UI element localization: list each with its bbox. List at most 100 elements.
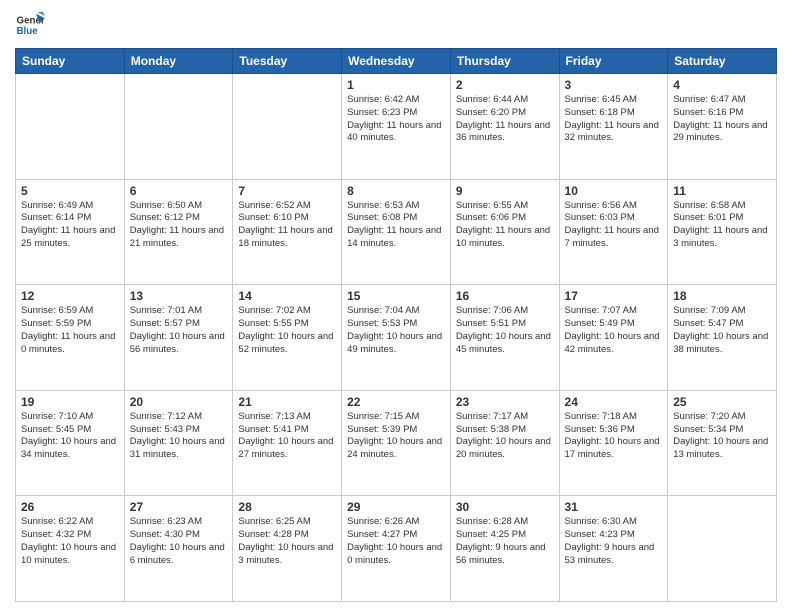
week-row-5: 26 Sunrise: 6:22 AM Sunset: 4:32 PM Dayli… xyxy=(16,496,777,602)
day-number: 3 xyxy=(565,78,663,92)
day-cell: 22 Sunrise: 7:15 AM Sunset: 5:39 PM Dayli… xyxy=(342,390,451,496)
col-saturday: Saturday xyxy=(668,49,777,74)
day-cell: 18 Sunrise: 7:09 AM Sunset: 5:47 PM Dayli… xyxy=(668,285,777,391)
day-info: Sunrise: 6:49 AM Sunset: 6:14 PM Dayligh… xyxy=(21,200,119,251)
day-number: 16 xyxy=(456,289,554,303)
day-info: Sunrise: 6:23 AM Sunset: 4:30 PM Dayligh… xyxy=(130,516,228,567)
day-cell: 21 Sunrise: 7:13 AM Sunset: 5:41 PM Dayli… xyxy=(233,390,342,496)
day-info: Sunrise: 7:09 AM Sunset: 5:47 PM Dayligh… xyxy=(673,305,771,356)
col-sunday: Sunday xyxy=(16,49,125,74)
day-cell: 30 Sunrise: 6:28 AM Sunset: 4:25 PM Dayli… xyxy=(450,496,559,602)
day-cell: 4 Sunrise: 6:47 AM Sunset: 6:16 PM Daylig… xyxy=(668,74,777,180)
day-number: 27 xyxy=(130,500,228,514)
calendar-table: Sunday Monday Tuesday Wednesday Thursday… xyxy=(15,48,777,602)
day-number: 28 xyxy=(238,500,336,514)
day-cell: 23Sunrise: 7:17 AM Sunset: 5:38 PM Dayli… xyxy=(450,390,559,496)
day-info: Sunrise: 7:02 AM Sunset: 5:55 PM Dayligh… xyxy=(238,305,336,356)
day-number: 31 xyxy=(565,500,663,514)
day-number: 4 xyxy=(673,78,771,92)
day-info: Sunrise: 7:12 AM Sunset: 5:43 PM Dayligh… xyxy=(130,411,228,462)
week-row-1: 1Sunrise: 6:42 AM Sunset: 6:23 PM Daylig… xyxy=(16,74,777,180)
day-cell: 2 Sunrise: 6:44 AM Sunset: 6:20 PM Daylig… xyxy=(450,74,559,180)
svg-text:Blue: Blue xyxy=(17,26,39,37)
day-cell: 6Sunrise: 6:50 AM Sunset: 6:12 PM Daylig… xyxy=(124,179,233,285)
day-info: Sunrise: 7:15 AM Sunset: 5:39 PM Dayligh… xyxy=(347,411,445,462)
day-cell xyxy=(16,74,125,180)
day-info: Sunrise: 7:18 AM Sunset: 5:36 PM Dayligh… xyxy=(565,411,663,462)
day-number: 17 xyxy=(565,289,663,303)
day-info: Sunrise: 6:58 AM Sunset: 6:01 PM Dayligh… xyxy=(673,200,771,251)
day-number: 8 xyxy=(347,184,445,198)
day-info: Sunrise: 6:59 AM Sunset: 5:59 PM Dayligh… xyxy=(21,305,119,356)
day-number: 19 xyxy=(21,395,119,409)
day-cell: 13 Sunrise: 7:01 AM Sunset: 5:57 PM Dayli… xyxy=(124,285,233,391)
calendar-header-row: Sunday Monday Tuesday Wednesday Thursday… xyxy=(16,49,777,74)
day-number: 29 xyxy=(347,500,445,514)
day-cell: 9 Sunrise: 6:55 AM Sunset: 6:06 PM Daylig… xyxy=(450,179,559,285)
day-number: 23 xyxy=(456,395,554,409)
day-cell: 26 Sunrise: 6:22 AM Sunset: 4:32 PM Dayli… xyxy=(16,496,125,602)
day-info: Sunrise: 7:01 AM Sunset: 5:57 PM Dayligh… xyxy=(130,305,228,356)
col-friday: Friday xyxy=(559,49,668,74)
day-number: 6 xyxy=(130,184,228,198)
day-info: Sunrise: 6:47 AM Sunset: 6:16 PM Dayligh… xyxy=(673,94,771,145)
header: General Blue xyxy=(15,10,777,40)
day-info: Sunrise: 6:44 AM Sunset: 6:20 PM Dayligh… xyxy=(456,94,554,145)
day-info: Sunrise: 6:22 AM Sunset: 4:32 PM Dayligh… xyxy=(21,516,119,567)
day-cell: 8 Sunrise: 6:53 AM Sunset: 6:08 PM Daylig… xyxy=(342,179,451,285)
logo: General Blue xyxy=(15,10,49,40)
col-monday: Monday xyxy=(124,49,233,74)
day-cell: 7Sunrise: 6:52 AM Sunset: 6:10 PM Daylig… xyxy=(233,179,342,285)
day-number: 22 xyxy=(347,395,445,409)
day-cell: 17Sunrise: 7:07 AM Sunset: 5:49 PM Dayli… xyxy=(559,285,668,391)
page: General Blue Sunday Monday Tuesday Wedne… xyxy=(0,0,792,612)
day-info: Sunrise: 6:28 AM Sunset: 4:25 PM Dayligh… xyxy=(456,516,554,567)
day-cell: 3 Sunrise: 6:45 AM Sunset: 6:18 PM Daylig… xyxy=(559,74,668,180)
day-info: Sunrise: 7:13 AM Sunset: 5:41 PM Dayligh… xyxy=(238,411,336,462)
day-cell: 27 Sunrise: 6:23 AM Sunset: 4:30 PM Dayli… xyxy=(124,496,233,602)
day-info: Sunrise: 6:25 AM Sunset: 4:28 PM Dayligh… xyxy=(238,516,336,567)
day-cell xyxy=(668,496,777,602)
day-info: Sunrise: 6:30 AM Sunset: 4:23 PM Dayligh… xyxy=(565,516,663,567)
day-cell: 5 Sunrise: 6:49 AM Sunset: 6:14 PM Daylig… xyxy=(16,179,125,285)
day-cell: 16 Sunrise: 7:06 AM Sunset: 5:51 PM Dayli… xyxy=(450,285,559,391)
day-cell: 10Sunrise: 6:56 AM Sunset: 6:03 PM Dayli… xyxy=(559,179,668,285)
day-info: Sunrise: 7:06 AM Sunset: 5:51 PM Dayligh… xyxy=(456,305,554,356)
day-info: Sunrise: 7:04 AM Sunset: 5:53 PM Dayligh… xyxy=(347,305,445,356)
day-number: 15 xyxy=(347,289,445,303)
day-number: 30 xyxy=(456,500,554,514)
day-number: 2 xyxy=(456,78,554,92)
col-tuesday: Tuesday xyxy=(233,49,342,74)
col-wednesday: Wednesday xyxy=(342,49,451,74)
day-cell: 29 Sunrise: 6:26 AM Sunset: 4:27 PM Dayli… xyxy=(342,496,451,602)
day-number: 20 xyxy=(130,395,228,409)
day-number: 18 xyxy=(673,289,771,303)
day-number: 5 xyxy=(21,184,119,198)
day-number: 24 xyxy=(565,395,663,409)
day-info: Sunrise: 7:20 AM Sunset: 5:34 PM Dayligh… xyxy=(673,411,771,462)
day-number: 25 xyxy=(673,395,771,409)
day-number: 9 xyxy=(456,184,554,198)
day-number: 10 xyxy=(565,184,663,198)
day-info: Sunrise: 6:53 AM Sunset: 6:08 PM Dayligh… xyxy=(347,200,445,251)
day-number: 26 xyxy=(21,500,119,514)
week-row-2: 5 Sunrise: 6:49 AM Sunset: 6:14 PM Daylig… xyxy=(16,179,777,285)
day-info: Sunrise: 6:45 AM Sunset: 6:18 PM Dayligh… xyxy=(565,94,663,145)
day-cell: 11 Sunrise: 6:58 AM Sunset: 6:01 PM Dayli… xyxy=(668,179,777,285)
day-cell xyxy=(124,74,233,180)
day-number: 11 xyxy=(673,184,771,198)
col-thursday: Thursday xyxy=(450,49,559,74)
day-number: 21 xyxy=(238,395,336,409)
day-number: 7 xyxy=(238,184,336,198)
day-cell: 19Sunrise: 7:10 AM Sunset: 5:45 PM Dayli… xyxy=(16,390,125,496)
week-row-4: 19Sunrise: 7:10 AM Sunset: 5:45 PM Dayli… xyxy=(16,390,777,496)
day-cell: 28 Sunrise: 6:25 AM Sunset: 4:28 PM Dayli… xyxy=(233,496,342,602)
day-number: 13 xyxy=(130,289,228,303)
day-cell: 20 Sunrise: 7:12 AM Sunset: 5:43 PM Dayli… xyxy=(124,390,233,496)
day-cell: 25 Sunrise: 7:20 AM Sunset: 5:34 PM Dayli… xyxy=(668,390,777,496)
day-info: Sunrise: 6:55 AM Sunset: 6:06 PM Dayligh… xyxy=(456,200,554,251)
day-cell xyxy=(233,74,342,180)
day-cell: 31 Sunrise: 6:30 AM Sunset: 4:23 PM Dayli… xyxy=(559,496,668,602)
day-cell: 24 Sunrise: 7:18 AM Sunset: 5:36 PM Dayli… xyxy=(559,390,668,496)
day-info: Sunrise: 6:26 AM Sunset: 4:27 PM Dayligh… xyxy=(347,516,445,567)
